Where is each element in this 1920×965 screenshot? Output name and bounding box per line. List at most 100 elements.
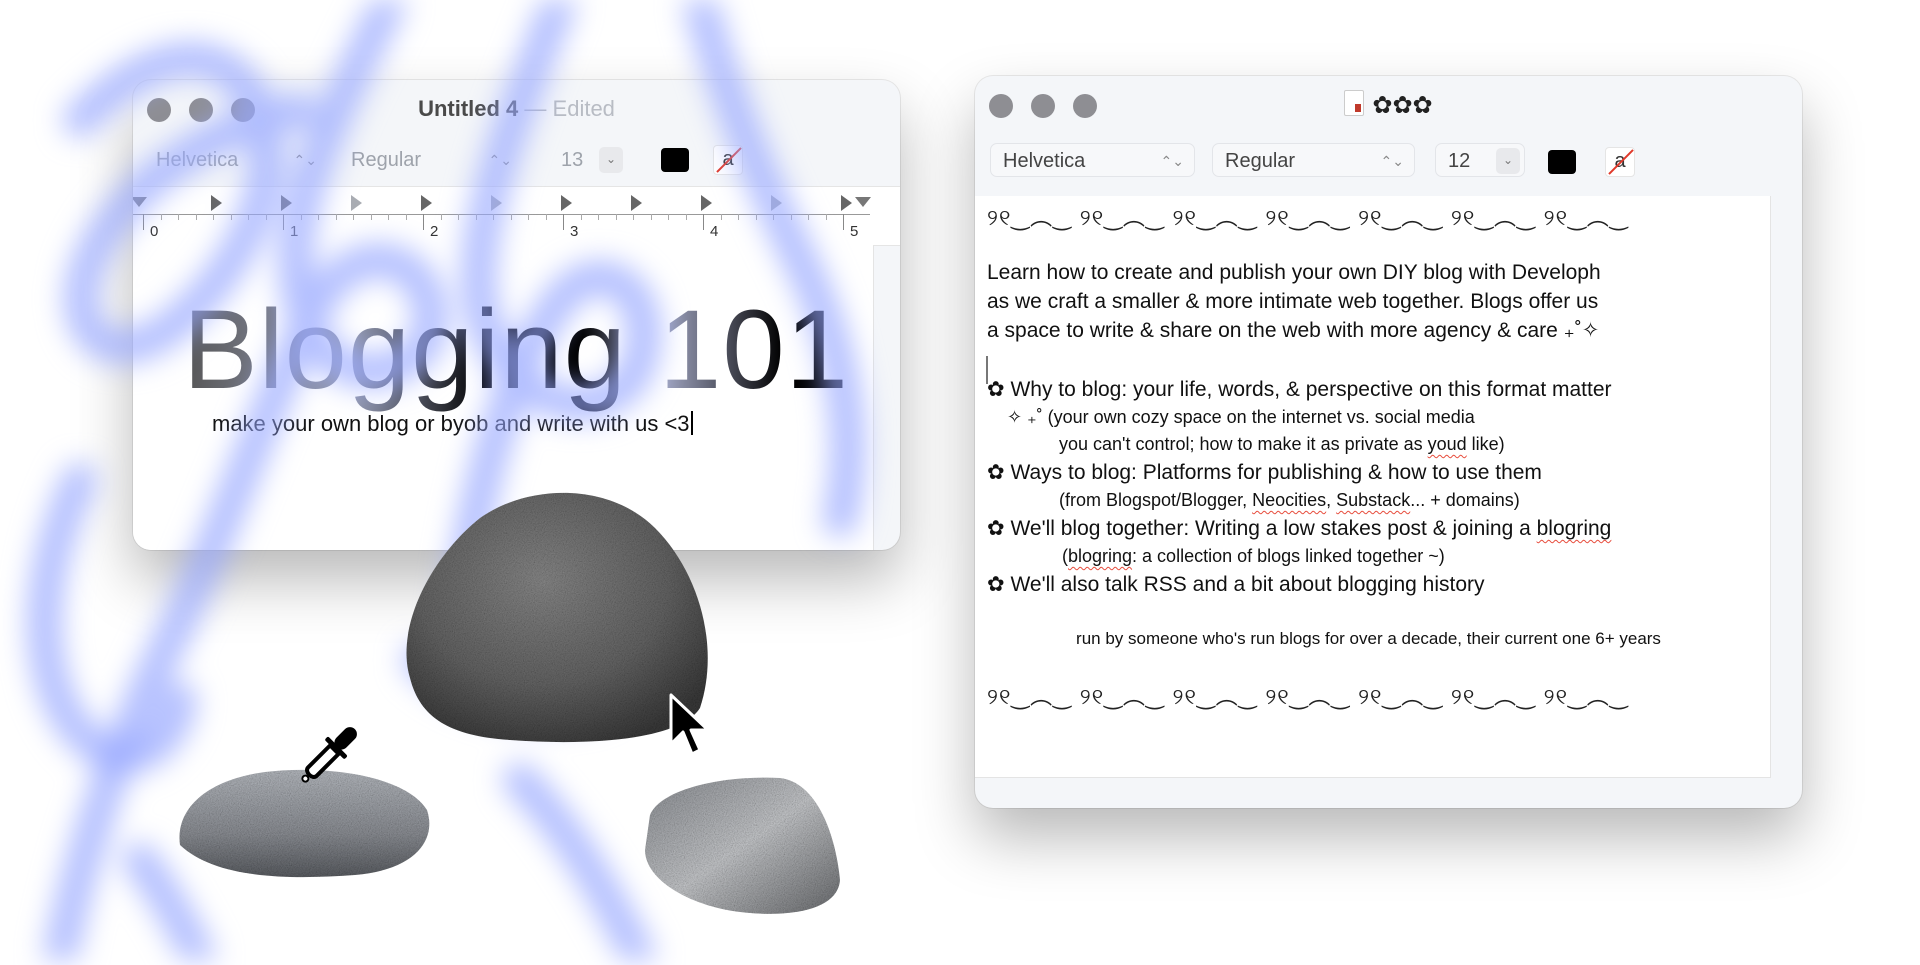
document-subtitle: make your own blog or byob and write wit… xyxy=(212,411,693,437)
flower-bullet-icon: ✿ xyxy=(987,378,1005,401)
detail-text: ... + domains) xyxy=(1410,490,1520,510)
tab-stop-marker[interactable] xyxy=(561,195,572,211)
bullet-text: We'll blog together: Writing a low stake… xyxy=(1010,517,1537,540)
font-family-popup[interactable]: Helvetica ⌃⌄ xyxy=(143,142,328,176)
ruler-minor-tick xyxy=(510,214,512,220)
bullet-item: ✿ Ways to blog: Platforms for publishing… xyxy=(987,458,1750,487)
title-bar[interactable]: Untitled 4 — Edited xyxy=(133,80,900,136)
detail-text: (from Blogspot/Blogger, xyxy=(1059,490,1253,510)
tab-stop-marker[interactable] xyxy=(351,195,362,211)
ruler-minor-tick xyxy=(440,214,442,220)
tab-stop-marker[interactable] xyxy=(701,195,712,211)
intro-line: Learn how to create and publish your own… xyxy=(987,261,1601,284)
ruler[interactable]: 0 1 2 3 4 5 xyxy=(133,186,900,246)
mouse-pointer-icon xyxy=(669,693,710,756)
bullet-detail: (from Blogspot/Blogger, Neocities, Subst… xyxy=(987,487,1750,514)
tab-stop-marker[interactable] xyxy=(211,195,222,211)
intro-line: a space to write & share on the web with… xyxy=(987,319,1600,342)
title-bar[interactable]: ✿✿✿ xyxy=(975,76,1802,132)
edited-status: Edited xyxy=(552,96,615,121)
bullet-item: ✿ We'll also talk RSS and a bit about bl… xyxy=(987,570,1750,599)
highlight-label: a xyxy=(722,148,734,170)
misspelled-word[interactable]: youd xyxy=(1428,434,1467,454)
font-size-field[interactable]: 13 ⌄ xyxy=(548,142,628,176)
detail-text: you can't control; how to make it as pri… xyxy=(1059,434,1428,454)
tab-stop-marker[interactable] xyxy=(491,195,502,211)
font-size-value: 12 xyxy=(1448,150,1471,172)
ruler-minor-tick xyxy=(668,214,669,220)
ruler-minor-tick xyxy=(248,214,249,220)
text-color-well[interactable] xyxy=(1548,150,1576,174)
ruler-minor-tick xyxy=(230,214,232,220)
ruler-major-tick xyxy=(843,214,844,230)
ruler-minor-tick xyxy=(195,214,197,220)
eyedropper-icon xyxy=(301,727,357,783)
tab-stop-marker[interactable] xyxy=(771,195,782,211)
flower-bullet-icon: ✿ xyxy=(987,573,1005,596)
textedit-window-flowers: ✿✿✿ Helvetica ⌃⌄ Regular ⌃⌄ 12 ⌄ a ୨୧‿︵‿… xyxy=(975,76,1802,808)
window-title: ✿✿✿ xyxy=(975,90,1802,120)
misspelled-word[interactable]: blogring xyxy=(1537,517,1612,540)
highlight-color-well[interactable]: a xyxy=(1605,147,1635,177)
format-toolbar: Helvetica ⌃⌄ Regular ⌃⌄ 12 ⌄ a xyxy=(975,132,1802,196)
font-style-popup[interactable]: Regular ⌃⌄ xyxy=(1212,143,1415,177)
ruler-minor-tick xyxy=(808,214,809,220)
ruler-minor-tick xyxy=(335,214,337,220)
ruler-minor-tick xyxy=(755,214,757,220)
ruler-minor-tick xyxy=(213,214,214,220)
right-indent-marker[interactable] xyxy=(855,197,871,207)
detail-text: (your own cozy space on the internet vs.… xyxy=(1047,407,1475,427)
text-color-well[interactable] xyxy=(661,148,689,172)
text-caret xyxy=(690,411,693,435)
ruler-minor-tick xyxy=(493,214,494,220)
font-family-popup[interactable]: Helvetica ⌃⌄ xyxy=(990,143,1195,177)
detail-text: : a collection of blogs linked together … xyxy=(1132,546,1445,566)
bullet-text: Ways to blog: Platforms for publishing &… xyxy=(1010,461,1542,484)
ruler-major-tick xyxy=(143,214,144,230)
ruler-minor-tick xyxy=(370,214,372,220)
ruler-minor-tick xyxy=(773,214,774,220)
chevron-down-icon[interactable]: ⌄ xyxy=(1496,148,1520,174)
font-size-field[interactable]: 12 ⌄ xyxy=(1435,143,1525,177)
ruler-minor-tick xyxy=(720,214,722,220)
misspelled-word[interactable]: Neocities xyxy=(1252,490,1326,510)
ruler-major-tick xyxy=(283,214,284,230)
misspelled-word[interactable]: blogring xyxy=(1068,546,1132,566)
ruler-minor-tick xyxy=(650,214,652,220)
chevron-down-icon[interactable]: ⌄ xyxy=(599,147,623,173)
ruler-minor-tick xyxy=(615,214,617,220)
small-rock-image xyxy=(645,777,840,914)
updown-chevron-icon: ⌃⌄ xyxy=(1380,153,1404,169)
tab-stop-marker[interactable] xyxy=(281,195,292,211)
highlight-label: a xyxy=(1614,150,1626,172)
font-size-value: 13 xyxy=(561,149,584,171)
font-style-value: Regular xyxy=(1225,150,1296,172)
ruler-number: 2 xyxy=(430,223,439,240)
format-toolbar: Helvetica ⌃⌄ Regular ⌃⌄ 13 ⌄ a xyxy=(133,136,900,186)
ruler-minor-tick xyxy=(528,214,529,220)
misspelled-word[interactable]: Substack xyxy=(1336,490,1410,510)
document-icon[interactable] xyxy=(1344,90,1365,116)
document-text-area[interactable]: ୨୧‿︵‿ ୨୧‿︵‿ ୨୧‿︵‿ ୨୧‿︵‿ ୨୧‿︵‿ ୨୧‿︵‿ ୨୧‿︵… xyxy=(975,196,1771,778)
ruler-minor-tick xyxy=(685,214,687,220)
tab-stop-marker[interactable] xyxy=(631,195,642,211)
tab-stop-marker[interactable] xyxy=(421,195,432,211)
tab-stop-marker[interactable] xyxy=(841,195,852,211)
font-style-popup[interactable]: Regular ⌃⌄ xyxy=(338,142,523,176)
font-family-value: Helvetica xyxy=(156,149,239,171)
document-name: Untitled 4 xyxy=(418,96,519,121)
ruler-major-tick xyxy=(703,214,704,230)
bullet-detail: you can't control; how to make it as pri… xyxy=(987,431,1750,458)
ruler-minor-tick xyxy=(545,214,547,220)
ruler-number: 5 xyxy=(850,223,859,240)
left-indent-marker[interactable] xyxy=(133,197,147,207)
highlight-color-well[interactable]: a xyxy=(713,145,743,175)
ruler-minor-tick xyxy=(353,214,354,220)
updown-chevron-icon: ⌃⌄ xyxy=(1160,153,1184,169)
credit-line: run by someone who's run blogs for over … xyxy=(1076,629,1661,648)
detail-text: like) xyxy=(1466,434,1505,454)
updown-chevron-icon: ⌃⌄ xyxy=(488,152,512,168)
flower-bullet-icon: ✿ xyxy=(987,461,1005,484)
window-title: Untitled 4 — Edited xyxy=(133,96,900,122)
ruler-minor-tick xyxy=(160,214,162,220)
